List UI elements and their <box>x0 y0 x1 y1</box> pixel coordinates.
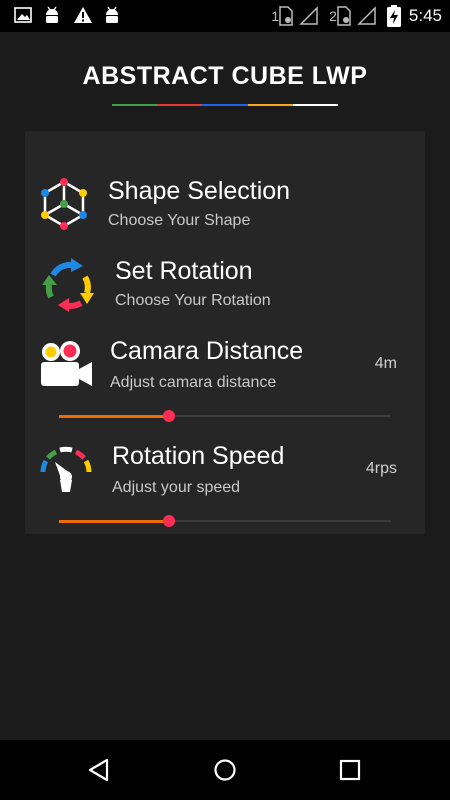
home-icon[interactable] <box>213 758 237 782</box>
slider-fill <box>59 520 169 523</box>
rotation-speed-slider[interactable] <box>59 511 391 531</box>
shape-selection-subtitle: Choose Your Shape <box>108 212 251 229</box>
app-title: ABSTRACT CUBE LWP <box>82 62 368 90</box>
rotation-speed-title: Rotation Speed <box>112 442 285 470</box>
underline-segment <box>202 104 248 106</box>
underline-segment <box>247 104 293 106</box>
slider-thumb[interactable] <box>162 515 175 527</box>
video-camera-icon <box>41 341 92 386</box>
shape-selection-title: Shape Selection <box>108 177 291 205</box>
signal-icon <box>299 6 318 25</box>
sim-icon <box>337 6 351 26</box>
sim-icon <box>279 6 293 26</box>
header: ABSTRACT CUBE LWP <box>0 32 450 132</box>
underline-segment <box>157 104 203 106</box>
android-icon <box>46 6 58 23</box>
recents-icon[interactable] <box>338 758 362 782</box>
title-underline <box>112 104 339 106</box>
underline-segment <box>112 104 158 106</box>
warning-icon <box>74 7 92 23</box>
settings-panel: Shape Selection Choose Your Shape Set Ro… <box>25 131 425 534</box>
back-icon[interactable] <box>87 758 111 782</box>
camara-distance-title: Camara Distance <box>110 337 304 365</box>
image-icon <box>14 7 32 23</box>
android-icon <box>106 6 118 23</box>
rotation-arrows-icon <box>42 258 94 312</box>
sim1-label: 1 <box>271 8 280 24</box>
cube-icon <box>41 178 87 230</box>
speedometer-icon <box>40 446 92 492</box>
sim2-label: 2 <box>329 8 337 24</box>
set-rotation-subtitle: Choose Your Rotation <box>115 292 271 309</box>
signal-icon <box>357 6 376 25</box>
notification-icons <box>14 6 134 31</box>
camara-distance-value: 4m <box>374 355 397 372</box>
system-icons: 1 2 5:45 <box>271 5 442 27</box>
slider-thumb[interactable] <box>162 410 175 422</box>
camara-distance-slider[interactable] <box>59 406 391 426</box>
set-rotation-item[interactable]: Set Rotation Choose Your Rotation <box>25 251 425 321</box>
navigation-bar <box>0 740 450 800</box>
camara-distance-item[interactable]: Camara Distance Adjust camara distance 4… <box>25 331 425 401</box>
clock: 5:45 <box>408 6 442 25</box>
status-bar: 1 2 5:45 <box>0 0 450 32</box>
camara-distance-subtitle: Adjust camara distance <box>110 374 277 391</box>
slider-fill <box>59 415 169 418</box>
battery-charging-icon <box>386 5 401 27</box>
rotation-speed-subtitle: Adjust your speed <box>112 479 241 496</box>
rotation-speed-item[interactable]: Rotation Speed Adjust your speed 4rps <box>25 436 425 506</box>
shape-selection-item[interactable]: Shape Selection Choose Your Shape <box>25 171 425 241</box>
underline-segment <box>292 104 339 106</box>
set-rotation-title: Set Rotation <box>115 257 253 285</box>
rotation-speed-value: 4rps <box>365 460 397 477</box>
